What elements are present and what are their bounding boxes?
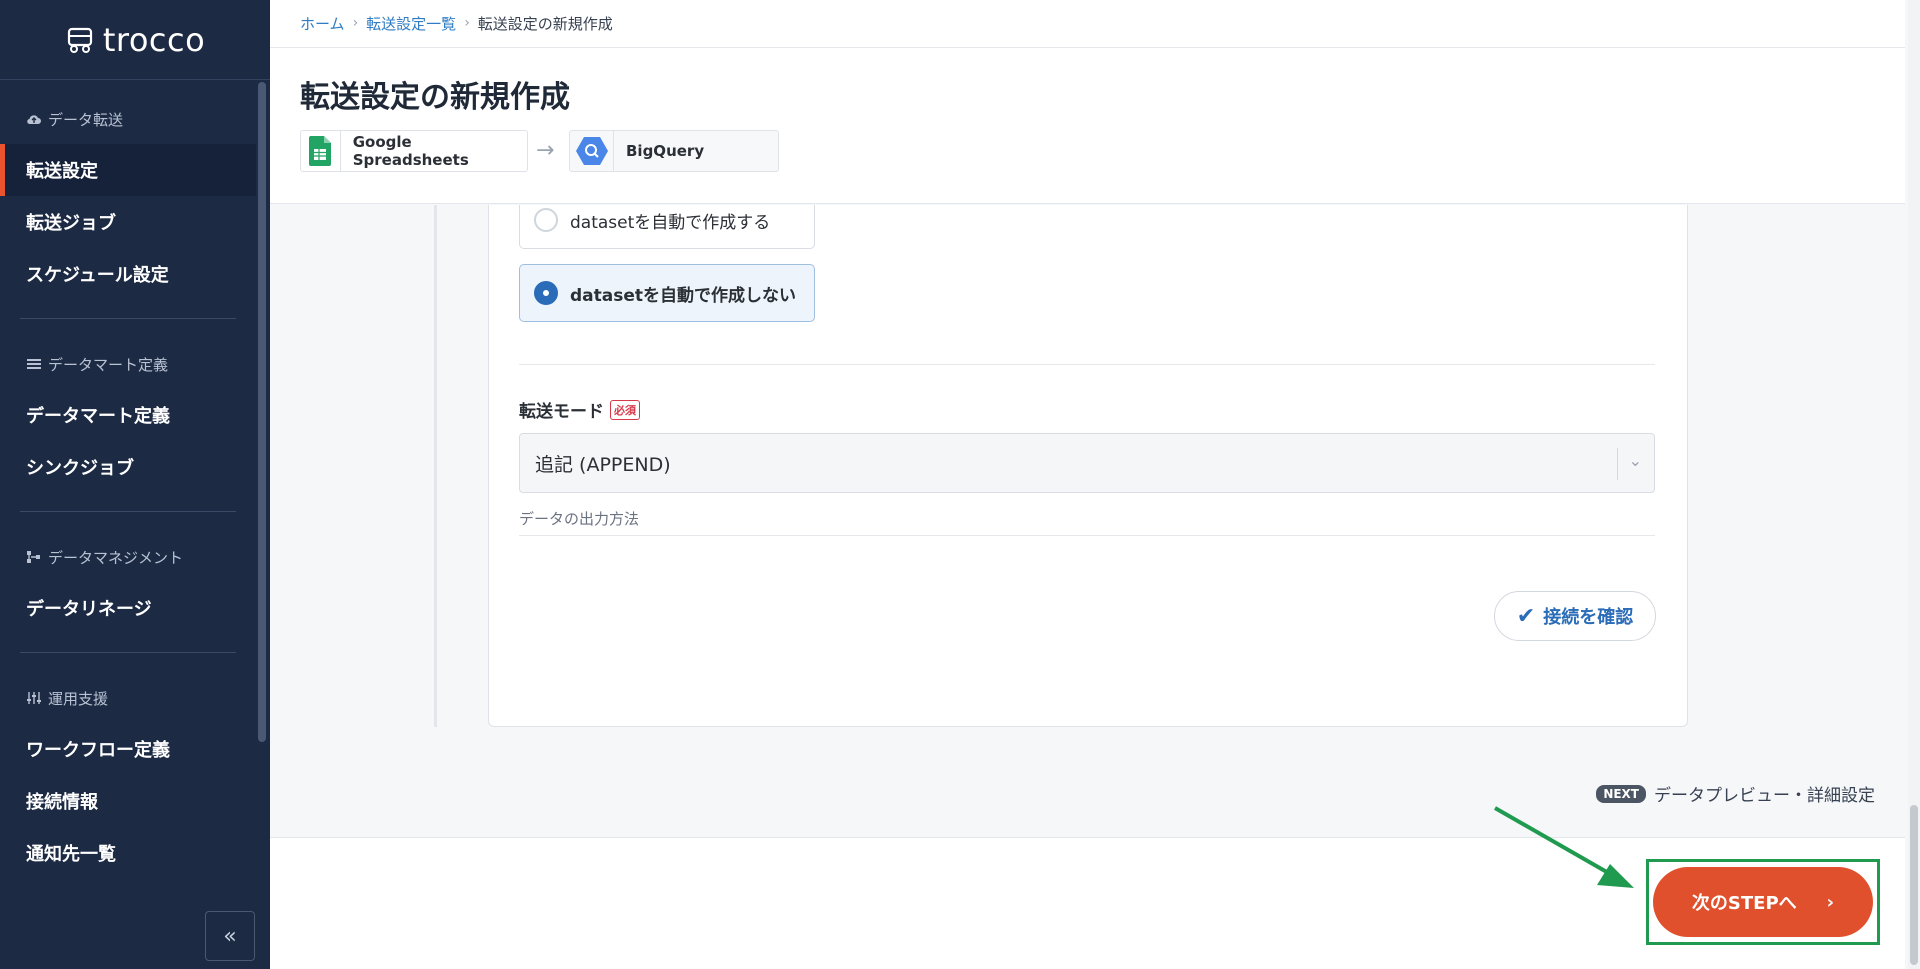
nav-section-operations: 運用支援 ワークフロー定義 接続情報 通知先一覧 (0, 653, 256, 879)
divider (519, 364, 1655, 365)
breadcrumb-home-link[interactable]: ホーム (300, 13, 345, 34)
next-badge: NEXT (1596, 784, 1646, 803)
breadcrumb-list-link[interactable]: 転送設定一覧 (366, 13, 456, 34)
destination-connector: BigQuery (569, 130, 779, 172)
transfer-mode-select[interactable]: 追記 (APPEND) ⌄ (519, 433, 1655, 493)
brand-name: trocco (102, 20, 206, 59)
sidebar-item-sync-jobs[interactable]: シンクジョブ (0, 441, 256, 493)
section-heading: データマート定義 (0, 353, 256, 375)
page-scrollbar[interactable] (1908, 0, 1920, 969)
arrow-right-icon: → (536, 138, 555, 163)
settings-card: datasetを自動で作成する datasetを自動で作成しない 転送モード 必… (488, 205, 1688, 727)
source-label: Google Spreadsheets (352, 133, 469, 169)
collapse-sidebar-button[interactable]: « (205, 911, 255, 961)
check-connection-button[interactable]: ✔ 接続を確認 (1494, 591, 1656, 641)
highlight-box: 次のSTEPへ › (1646, 859, 1880, 945)
dataset-auto-create-option[interactable]: datasetを自動で作成する (519, 205, 815, 249)
sidebar-item-schedule[interactable]: スケジュール設定 (0, 248, 256, 300)
lineage-icon (27, 551, 40, 563)
transfer-mode-value: 追記 (APPEND) (535, 453, 671, 476)
sidebar-nav: データ転送 転送設定 転送ジョブ スケジュール設定 データマート定義 データマー… (0, 80, 256, 900)
sidebar-item-workflow[interactable]: ワークフロー定義 (0, 723, 256, 775)
sidebar-item-datamart-definitions[interactable]: データマート定義 (0, 389, 256, 441)
trolley-icon (67, 27, 92, 53)
next-step-info: NEXT データプレビュー・詳細設定 (1596, 781, 1875, 806)
form-content: datasetを自動で作成する datasetを自動で作成しない 転送モード 必… (270, 205, 1905, 837)
breadcrumb: ホーム › 転送設定一覧 › 転送設定の新規作成 (300, 13, 613, 33)
main-area: ホーム › 転送設定一覧 › 転送設定の新規作成 転送設定の新規作成 Googl… (270, 0, 1905, 969)
cloud-upload-icon (27, 115, 41, 125)
dataset-no-auto-create-option[interactable]: datasetを自動で作成しない (519, 264, 815, 322)
destination-label: BigQuery (626, 142, 705, 160)
list-icon (27, 359, 41, 369)
required-badge: 必須 (610, 399, 640, 420)
page-footer: 次のSTEPへ › (270, 837, 1905, 969)
checkmark-icon: ✔ (1516, 603, 1536, 629)
page-title: 転送設定の新規作成 (300, 80, 570, 115)
transfer-mode-help: データの出力方法 (519, 510, 640, 528)
divider (519, 535, 1655, 536)
next-step-button[interactable]: 次のSTEPへ › (1653, 867, 1873, 937)
nav-section-data-management: データマネジメント データリネージ (0, 512, 256, 653)
step-line (434, 205, 437, 727)
chevron-down-icon[interactable]: ⌄ (1629, 451, 1642, 470)
chevron-right-icon: › (1826, 891, 1835, 913)
nav-section-datamart: データマート定義 データマート定義 シンクジョブ (0, 319, 256, 512)
sliders-icon (27, 692, 41, 704)
chevron-right-icon: › (464, 15, 470, 31)
google-sheets-icon (301, 131, 341, 171)
radio-button-selected[interactable] (534, 281, 558, 305)
section-heading: 運用支援 (0, 687, 256, 709)
sidebar-item-transfer-jobs[interactable]: 転送ジョブ (0, 196, 256, 248)
section-heading: データマネジメント (0, 546, 256, 568)
bigquery-icon (570, 131, 614, 171)
sidebar-item-data-lineage[interactable]: データリネージ (0, 582, 256, 634)
sidebar-item-transfer-settings[interactable]: 転送設定 (0, 144, 256, 196)
trocco-logo[interactable]: trocco (0, 0, 270, 80)
divider (270, 47, 1905, 48)
select-separator (1617, 448, 1618, 480)
transfer-mode-label: 転送モード 必須 (519, 397, 640, 422)
scrollbar-thumb[interactable] (1910, 805, 1918, 965)
next-step-text: データプレビュー・詳細設定 (1654, 786, 1875, 806)
nav-section-data-transfer: データ転送 転送設定 転送ジョブ スケジュール設定 (0, 80, 256, 319)
page-header: ホーム › 転送設定一覧 › 転送設定の新規作成 転送設定の新規作成 Googl… (270, 0, 1905, 204)
breadcrumb-current: 転送設定の新規作成 (477, 14, 613, 33)
sidebar-item-connections[interactable]: 接続情報 (0, 775, 256, 827)
sidebar-item-notifications[interactable]: 通知先一覧 (0, 827, 256, 879)
chevron-right-icon: › (352, 15, 359, 31)
radio-button[interactable] (534, 208, 558, 232)
source-connector: Google Spreadsheets (300, 130, 528, 172)
double-chevron-left-icon: « (223, 923, 237, 949)
section-heading: データ転送 (0, 108, 256, 130)
sidebar: trocco データ転送 転送設定 転送ジョブ スケジュール設定 データマート定… (0, 0, 270, 969)
sidebar-scrollbar[interactable] (258, 82, 266, 742)
